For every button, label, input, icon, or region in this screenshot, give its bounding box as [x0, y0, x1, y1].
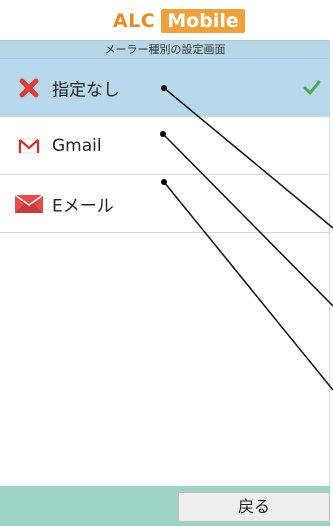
logo-text-alc: ALC	[113, 10, 156, 32]
list-item-label: Eメール	[52, 196, 114, 216]
list-item-no-preference[interactable]: 指定なし	[0, 59, 330, 117]
red-x-icon	[14, 77, 44, 99]
app-logo: ALC Mobile	[113, 9, 245, 33]
mailer-type-list: 指定なし Gmail Eメール	[0, 59, 330, 233]
logo-text-mobile: Mobile	[161, 9, 245, 33]
gmail-icon	[14, 135, 44, 157]
page-subtitle: メーラー種別の設定画面	[0, 40, 330, 59]
bottom-bar: 戻る	[0, 486, 330, 526]
phone-screen: ALC Mobile メーラー種別の設定画面 指定なし Gmail Eメール 戻…	[0, 0, 330, 526]
list-item-gmail[interactable]: Gmail	[0, 117, 330, 175]
list-item-email[interactable]: Eメール	[0, 175, 330, 233]
app-header: ALC Mobile	[0, 0, 330, 40]
list-item-label: Gmail	[52, 135, 102, 156]
back-button[interactable]: 戻る	[178, 492, 330, 522]
checkmark-icon	[302, 79, 322, 97]
email-envelope-icon	[14, 193, 44, 215]
list-item-label: 指定なし	[52, 80, 120, 100]
